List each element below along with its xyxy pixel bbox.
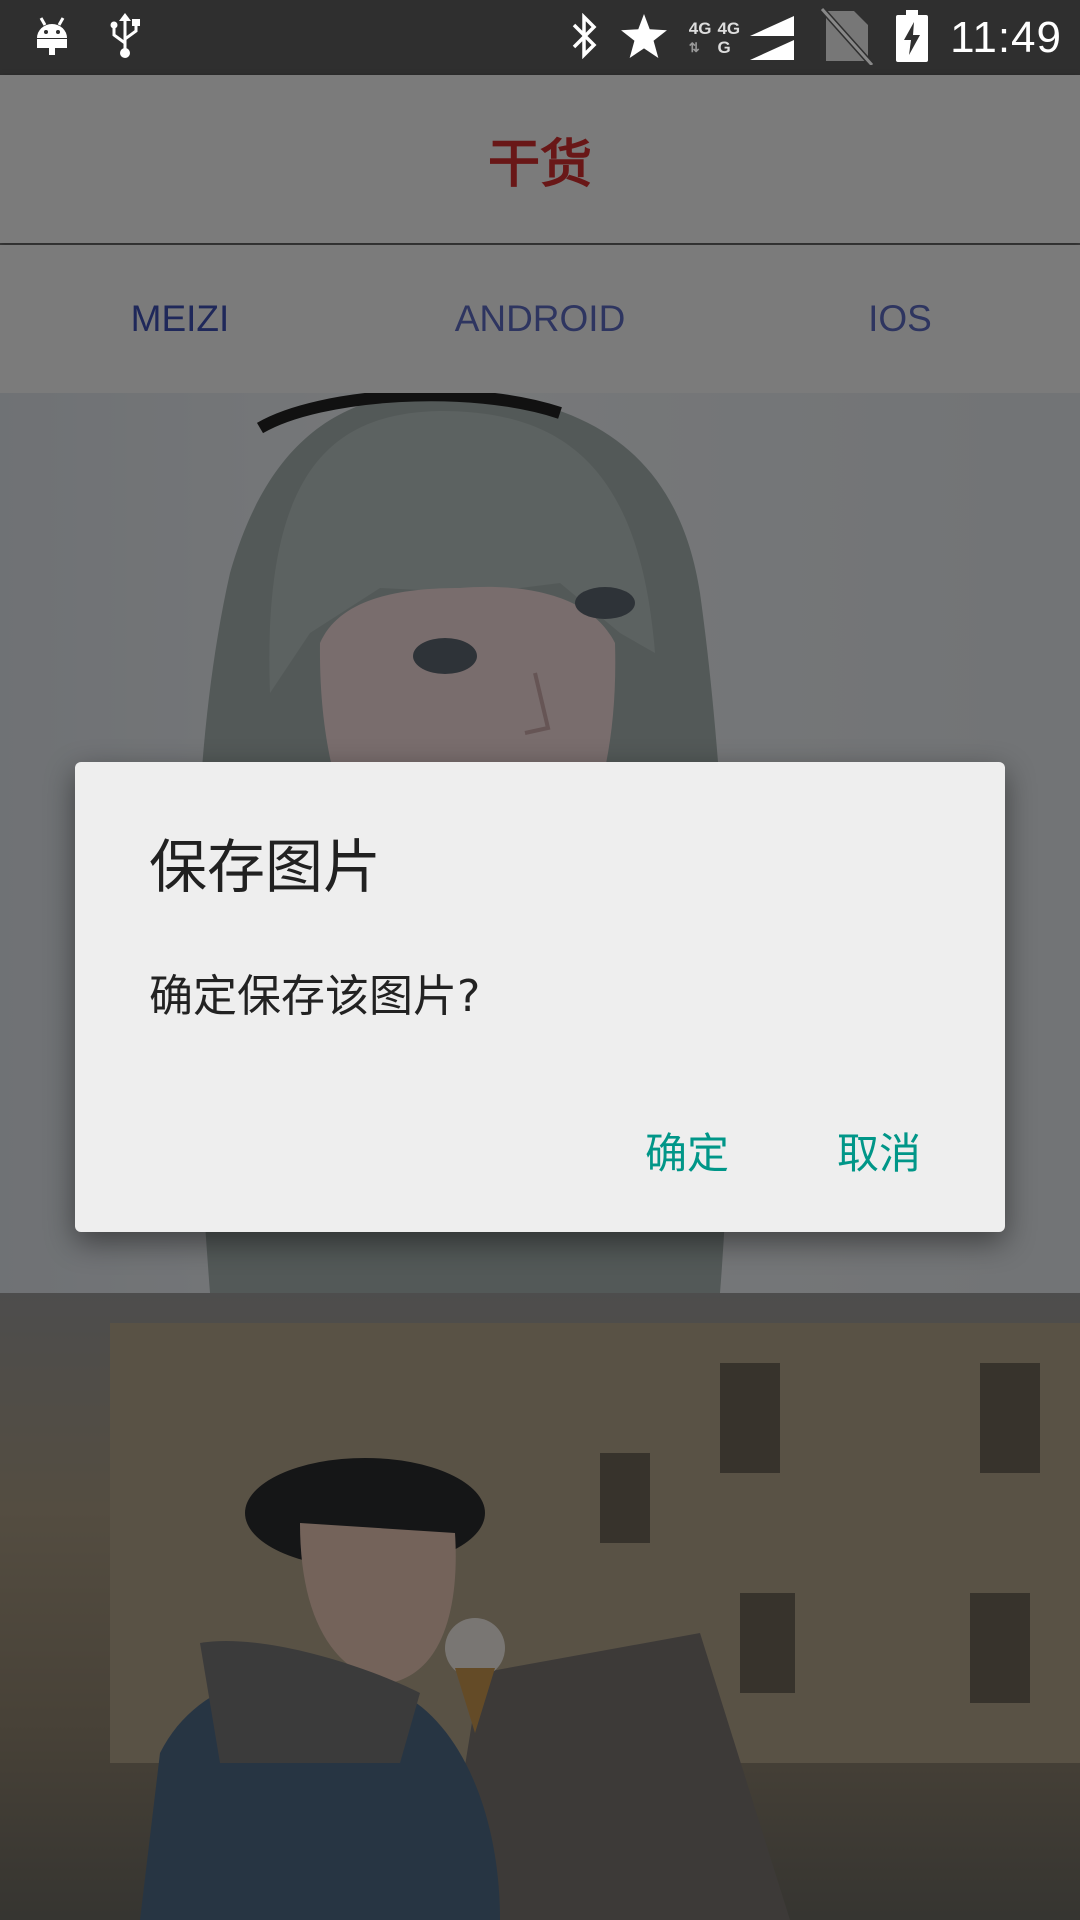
dialog-title: 保存图片 (149, 833, 382, 901)
save-image-dialog: 保存图片 确定保存该图片? 确定 取消 (75, 762, 1005, 1232)
signal-icon: 4G ⇅ 4G G (688, 15, 796, 60)
dialog-message: 确定保存该图片? (149, 971, 481, 1022)
no-sim-icon (818, 6, 875, 69)
clock: 11:49 (950, 12, 1062, 62)
network-type-label: 4G (688, 18, 712, 38)
android-debug-icon (34, 16, 70, 60)
cancel-button[interactable]: 取消 (831, 1112, 927, 1189)
bluetooth-icon (569, 12, 599, 63)
star-icon (620, 13, 667, 62)
confirm-button[interactable]: 确定 (639, 1112, 735, 1189)
network-type-label-3: G (717, 37, 731, 57)
network-type-label-2: 4G (717, 18, 741, 38)
status-bar: 4G ⇅ 4G G 11:49 (0, 0, 1080, 75)
battery-charging-icon (896, 9, 929, 66)
usb-icon (108, 13, 142, 63)
